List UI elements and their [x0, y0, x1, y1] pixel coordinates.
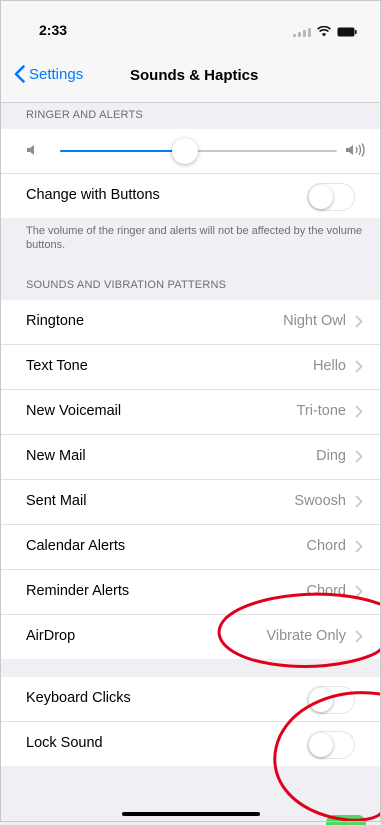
chevron-right-icon [355, 405, 363, 418]
page-title: Sounds & Haptics [130, 67, 259, 84]
lock-sound-label: Lock Sound [26, 735, 103, 751]
sound-row-value: Vibrate Only [266, 628, 346, 644]
change-with-buttons-toggle[interactable] [307, 183, 355, 211]
sound-row[interactable]: Reminder Alerts Chord [0, 570, 381, 615]
battery-icon [337, 27, 357, 37]
chevron-right-icon [355, 450, 363, 463]
back-button[interactable]: Settings [14, 65, 83, 83]
navigation-bar: Settings Sounds & Haptics [0, 56, 381, 103]
sound-row-value: Ding [316, 448, 346, 464]
speaker-high-icon [346, 143, 365, 157]
section-header-sounds: SOUNDS AND VIBRATION PATTERNS [26, 279, 227, 291]
sound-row-label: New Mail [26, 448, 86, 464]
status-time: 2:33 [39, 22, 68, 38]
volume-slider-thumb[interactable] [171, 138, 198, 164]
sound-row-label: Calendar Alerts [26, 538, 126, 554]
speaker-low-icon [27, 145, 34, 155]
sound-row-value: Night Owl [283, 313, 346, 329]
lock-sound-row: Lock Sound [0, 722, 381, 766]
wifi-icon [317, 26, 331, 37]
back-button-label: Settings [29, 65, 84, 83]
sound-row-value: Chord [306, 583, 347, 599]
section-header-ringer: RINGER AND ALERTS [26, 109, 143, 121]
change-with-buttons-row: Change with Buttons [0, 174, 381, 218]
sound-row-value: Hello [312, 358, 346, 374]
status-bar: 2:33 [0, 0, 381, 56]
sound-row-value: Chord [306, 538, 347, 554]
sound-row-value: Tri-tone [296, 403, 346, 419]
sound-row[interactable]: New Mail Ding [0, 435, 381, 480]
home-indicator[interactable] [122, 812, 260, 816]
ringer-footer-note: The volume of the ringer and alerts will… [26, 225, 363, 251]
chevron-right-icon [355, 585, 363, 598]
volume-slider-fill [60, 150, 185, 152]
cellular-signal-icon [293, 27, 311, 37]
sound-row-label: Text Tone [26, 358, 88, 374]
sound-row[interactable]: Sent Mail Swoosh [0, 480, 381, 525]
sound-row-label: New Voicemail [26, 403, 122, 419]
sound-row-label: Ringtone [26, 313, 85, 329]
sound-row-value: Swoosh [294, 493, 346, 509]
keyboard-clicks-toggle[interactable] [307, 686, 355, 714]
keyboard-clicks-row: Keyboard Clicks [0, 677, 381, 722]
sound-row-label: Reminder Alerts [26, 583, 130, 599]
chevron-right-icon [355, 315, 363, 328]
change-with-buttons-label: Change with Buttons [26, 187, 160, 203]
toggle-knob [309, 185, 333, 209]
ringer-group: Change with Buttons [0, 129, 381, 218]
toggle-knob [309, 688, 333, 712]
sounds-group: Ringtone Night Owl Text Tone Hello New Voice… [0, 300, 381, 659]
sound-row[interactable]: Ringtone Night Owl [0, 300, 381, 345]
chevron-right-icon [355, 630, 363, 643]
sound-row-label: Sent Mail [26, 493, 87, 509]
sound-row[interactable]: New Voicemail Tri-tone [0, 390, 381, 435]
keyboard-clicks-label: Keyboard Clicks [26, 690, 131, 706]
chevron-right-icon [355, 360, 363, 373]
chevron-left-icon [14, 65, 25, 83]
lock-sound-toggle[interactable] [307, 731, 355, 759]
sound-row-label: AirDrop [26, 628, 76, 644]
volume-slider-row [0, 129, 381, 174]
system-sounds-group: Keyboard Clicks Lock Sound [0, 677, 381, 766]
sound-row[interactable]: Text Tone Hello [0, 345, 381, 390]
partial-toggle-on[interactable] [326, 815, 366, 825]
sound-row[interactable]: AirDrop Vibrate Only [0, 615, 381, 659]
toggle-knob [309, 733, 333, 757]
sound-row[interactable]: Calendar Alerts Chord [0, 525, 381, 570]
chevron-right-icon [355, 495, 363, 508]
volume-slider[interactable] [60, 138, 337, 164]
status-icons [293, 26, 357, 37]
chevron-right-icon [355, 540, 363, 553]
